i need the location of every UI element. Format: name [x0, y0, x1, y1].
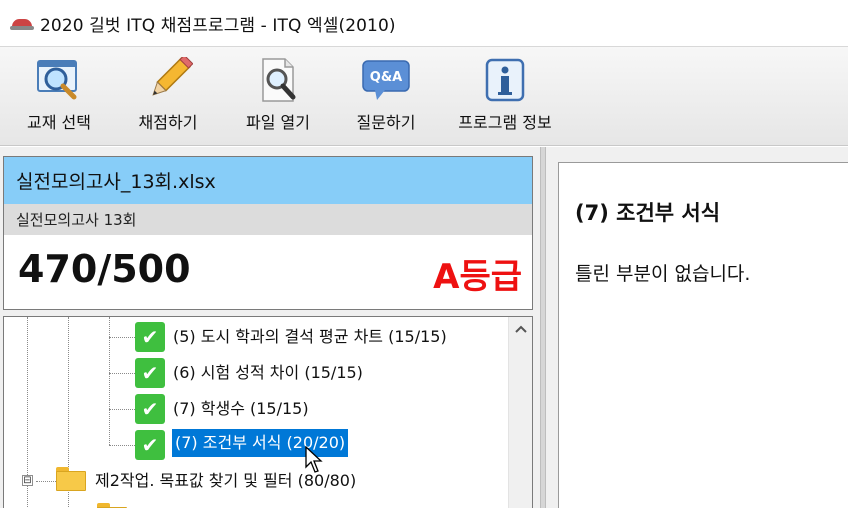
window-title: 2020 길벗 ITQ 채점프로그램 - ITQ 엑셀(2010)	[40, 15, 396, 36]
tree-item[interactable]: (6) 시험 성적 차이 (15/15)	[170, 359, 366, 387]
file-name: 실전모의고사_13회.xlsx	[4, 157, 532, 204]
detail-panel: (7) 조건부 서식 틀린 부분이 없습니다.	[558, 162, 848, 508]
check-icon: ✔	[135, 430, 165, 460]
ask-question-label: 질문하기	[356, 113, 416, 132]
result-summary: 실전모의고사_13회.xlsx 실전모의고사 13회 470/500 A등급	[3, 156, 533, 310]
tree-scrollbar[interactable]	[508, 317, 532, 508]
detail-message: 틀린 부분이 없습니다.	[575, 263, 751, 285]
magnifier-window-icon	[34, 57, 84, 103]
program-info-button[interactable]: 프로그램 정보	[440, 47, 570, 145]
right-pane: (7) 조건부 서식 틀린 부분이 없습니다.	[546, 147, 848, 508]
ask-question-button[interactable]: Q&A 질문하기	[332, 47, 440, 145]
detail-title: (7) 조건부 서식	[575, 201, 721, 225]
info-icon	[480, 57, 530, 103]
mouse-cursor-icon	[305, 446, 323, 473]
check-icon: ✔	[135, 322, 165, 352]
title-bar: 2020 길벗 ITQ 채점프로그램 - ITQ 엑셀(2010)	[0, 0, 848, 46]
tree-item[interactable]: (5) 도시 학과의 결석 평균 차트 (15/15)	[170, 323, 450, 351]
select-textbook-button[interactable]: 교재 선택	[6, 47, 112, 145]
graduation-cap-icon	[10, 11, 34, 35]
select-textbook-label: 교재 선택	[27, 113, 91, 132]
tree-connector	[109, 445, 135, 446]
open-file-label: 파일 열기	[246, 113, 310, 132]
tree-connector	[36, 481, 56, 482]
folder-icon	[56, 467, 86, 491]
file-search-icon	[253, 57, 303, 103]
grade-label: 채점하기	[138, 113, 198, 132]
check-icon: ✔	[135, 358, 165, 388]
program-info-label: 프로그램 정보	[458, 113, 552, 132]
toolbar: 교재 선택 채점하기 파일 열기 Q&A 질문하기 프로그램 정보	[0, 46, 848, 146]
pencil-icon	[143, 57, 193, 103]
check-icon: ✔	[135, 394, 165, 424]
chevron-up-icon[interactable]	[509, 317, 532, 341]
folder-icon	[97, 503, 127, 508]
left-pane: 실전모의고사_13회.xlsx 실전모의고사 13회 470/500 A등급 ✔…	[0, 147, 540, 508]
score-row: 470/500 A등급	[4, 235, 532, 309]
result-tree[interactable]: ✔ (5) 도시 학과의 결석 평균 차트 (15/15) ✔ (6) 시험 성…	[3, 316, 533, 508]
grade: A등급	[433, 257, 522, 297]
svg-text:Q&A: Q&A	[370, 70, 402, 85]
qa-bubble-icon: Q&A	[361, 57, 411, 103]
tree-connector	[109, 409, 135, 410]
tree-item[interactable]: (7) 학생수 (15/15)	[170, 395, 312, 423]
open-file-button[interactable]: 파일 열기	[224, 47, 332, 145]
score: 470/500	[18, 247, 191, 291]
collapse-toggle[interactable]: ⊟	[22, 475, 33, 486]
exam-name: 실전모의고사 13회	[4, 204, 532, 235]
grade-button[interactable]: 채점하기	[112, 47, 224, 145]
tree-connector	[109, 373, 135, 374]
tree-connector	[109, 337, 135, 338]
